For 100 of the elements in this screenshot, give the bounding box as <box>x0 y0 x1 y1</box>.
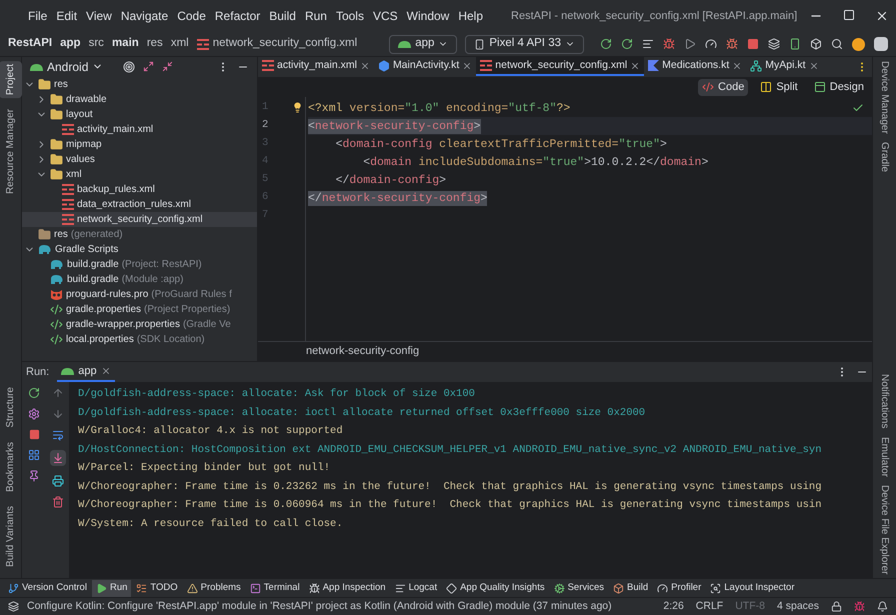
tree-item[interactable]: mipmap <box>22 137 257 152</box>
log-line: W/Parcel: Expecting binder but got null! <box>78 461 332 476</box>
tool-tab[interactable]: Problems <box>182 580 245 596</box>
breadcrumb-item[interactable]: res <box>146 35 163 53</box>
tool-window-tab[interactable]: Device Manager <box>873 61 896 134</box>
tree-item-label: xml <box>66 168 82 182</box>
tool-tab[interactable]: TODO <box>132 580 182 596</box>
tree-item[interactable]: gradle.properties (Project Properties) <box>22 302 257 317</box>
tool-tab[interactable]: App Inspection <box>304 580 390 596</box>
tool-window-tab[interactable]: Resource Manager <box>0 106 22 198</box>
tree-item[interactable]: data_extraction_rules.xml <box>22 197 257 212</box>
tool-window-tab[interactable]: Project <box>0 61 22 98</box>
view-dropdown[interactable]: Android <box>30 58 104 76</box>
breadcrumb-item[interactable]: RestAPI <box>8 35 52 53</box>
tree-item-label: build.gradle <box>67 273 119 287</box>
tree-item-label: drawable <box>66 93 107 107</box>
tree-item[interactable]: build.gradle (Module :app) <box>22 272 257 287</box>
run-config-dropdown[interactable]: app <box>389 34 458 54</box>
tree-item-label: data_extraction_rules.xml <box>77 198 191 212</box>
log-line: D/HostConnection: HostComposition ext ANDROID_EMU_CHECKSUM_HELPER_v1 ANDROID_EMU_native_sync_v2 ANDROID_EMU_native_syn <box>78 442 823 458</box>
tree-item[interactable]: activity_main.xml <box>22 122 257 137</box>
menu-item[interactable]: Build <box>269 7 296 25</box>
code-line: <domain-config cleartextTrafficPermitted="true"> <box>334 136 667 152</box>
tree-item[interactable]: network_security_config.xml <box>22 212 257 227</box>
status-item[interactable]: CRLF <box>696 598 724 614</box>
menu-item[interactable]: Code <box>177 7 206 25</box>
tree-item[interactable]: layout <box>22 107 257 122</box>
tool-window-tab[interactable]: Build Variants <box>0 503 22 570</box>
tool-window-tab[interactable]: Emulator <box>873 436 896 477</box>
tree-item[interactable]: drawable <box>22 92 257 107</box>
tool-tab[interactable]: Logcat <box>390 580 442 596</box>
line-number: 2 <box>261 118 268 134</box>
tree-item-note: (SDK Location) <box>136 333 205 347</box>
tree-item[interactable]: local.properties (SDK Location) <box>22 332 257 347</box>
breadcrumb-item[interactable]: main <box>112 35 139 53</box>
tree-item-label: mipmap <box>66 138 102 152</box>
menu-item[interactable]: Edit <box>56 7 78 25</box>
editor-tab[interactable]: Medications.kt <box>644 57 746 76</box>
tree-item-label: gradle.properties <box>66 303 142 317</box>
status-message: Configure Kotlin: Configure 'RestAPI.app' module in 'RestAPI' project as Kotlin (Android with Gradle) module (37 minutes ago) <box>27 598 612 614</box>
code-line: </domain-config> <box>334 172 446 188</box>
tool-tab[interactable]: Version Control <box>4 580 91 596</box>
menu-item[interactable]: File <box>28 7 48 25</box>
log-line: D/goldfish-address-space: allocate: Ask for block of size 0x100 <box>78 387 476 402</box>
menu-item[interactable]: Refactor <box>214 7 260 25</box>
editor-tab[interactable]: MainActivity.kt <box>374 57 476 76</box>
tool-window-tab[interactable]: Device File Explorer <box>873 484 896 574</box>
menu-item[interactable]: Navigate <box>120 7 168 25</box>
tool-window-tab[interactable]: Bookmarks <box>0 439 22 496</box>
tool-tab[interactable]: Build <box>609 580 652 596</box>
tree-item[interactable]: gradle-wrapper.properties (Gradle Ve <box>22 317 257 332</box>
tree-item[interactable]: values <box>22 152 257 167</box>
tree-item[interactable]: build.gradle (Project: RestAPI) <box>22 257 257 272</box>
tool-tab[interactable]: Layout Inspector <box>706 580 798 596</box>
tree-item-note: (Project Properties) <box>144 303 230 317</box>
tree-item[interactable]: Gradle Scripts <box>22 242 257 257</box>
editor-tab[interactable]: MyApi.kt <box>746 57 823 76</box>
menu-item[interactable]: Run <box>304 7 327 25</box>
menu-item[interactable]: Window <box>406 7 450 25</box>
editor-tab[interactable]: activity_main.xml <box>258 57 374 76</box>
tool-tab[interactable]: App Quality Insights <box>442 580 549 596</box>
log-line: D/goldfish-address-space: allocate: ioctl allocate returned offset 0x3efffe000 size 0x2000 <box>78 406 646 420</box>
tool-window-tab[interactable]: Gradle <box>873 142 896 172</box>
tool-window-tab[interactable]: Structure <box>0 384 22 432</box>
tool-window-tab[interactable]: Notifications <box>873 374 896 428</box>
menu-item[interactable]: Tools <box>336 7 364 25</box>
tree-item-label: values <box>66 153 95 167</box>
tree-item-label: Gradle Scripts <box>55 243 118 257</box>
device-dropdown[interactable]: Pixel 4 API 33 <box>465 34 584 54</box>
tool-tab[interactable]: Run <box>92 580 132 596</box>
log-line: W/Gralloc4: allocator 4.x is not supported <box>78 424 344 439</box>
tree-item-label: layout <box>66 108 93 122</box>
tree-item-label: res <box>54 78 68 92</box>
tree-item-label: build.gradle <box>67 258 119 272</box>
tree-item-label: gradle-wrapper.properties <box>66 318 180 332</box>
menu-item[interactable]: View <box>86 7 112 25</box>
breadcrumb-item[interactable]: network_security_config.xml <box>212 35 358 53</box>
tool-tab[interactable]: Profiler <box>653 580 706 596</box>
breadcrumb-item[interactable]: src <box>88 35 104 53</box>
tree-item[interactable]: xml <box>22 167 257 182</box>
tool-tab[interactable]: Terminal <box>246 580 304 596</box>
view-mode-button[interactable]: Code <box>698 78 748 96</box>
menu-item[interactable]: Help <box>458 7 484 25</box>
tree-item[interactable]: res (generated) <box>22 227 257 242</box>
view-mode-button[interactable]: Design <box>810 78 868 96</box>
breadcrumb-item[interactable]: xml <box>170 35 189 53</box>
view-mode-button[interactable]: Split <box>756 78 802 96</box>
editor-tab[interactable]: network_security_config.xml <box>476 57 644 76</box>
breadcrumb-item[interactable]: app <box>60 35 81 53</box>
tree-item-label: network_security_config.xml <box>77 213 203 227</box>
menu-item[interactable]: VCS <box>372 7 398 25</box>
tree-item[interactable]: res <box>22 77 257 92</box>
tool-tab[interactable]: Services <box>550 580 608 596</box>
window-title: RestAPI - network_security_config.xml [RestAPI.app.main] <box>511 8 798 24</box>
tree-item-note: (Project: RestAPI) <box>122 258 202 272</box>
status-item[interactable]: 4 spaces <box>776 598 819 614</box>
status-item[interactable]: 2:26 <box>663 598 684 614</box>
breadcrumb-item[interactable]: network-security-config <box>306 343 420 360</box>
tree-item[interactable]: backup_rules.xml <box>22 182 257 197</box>
tree-item[interactable]: proguard-rules.pro (ProGuard Rules f <box>22 287 257 302</box>
